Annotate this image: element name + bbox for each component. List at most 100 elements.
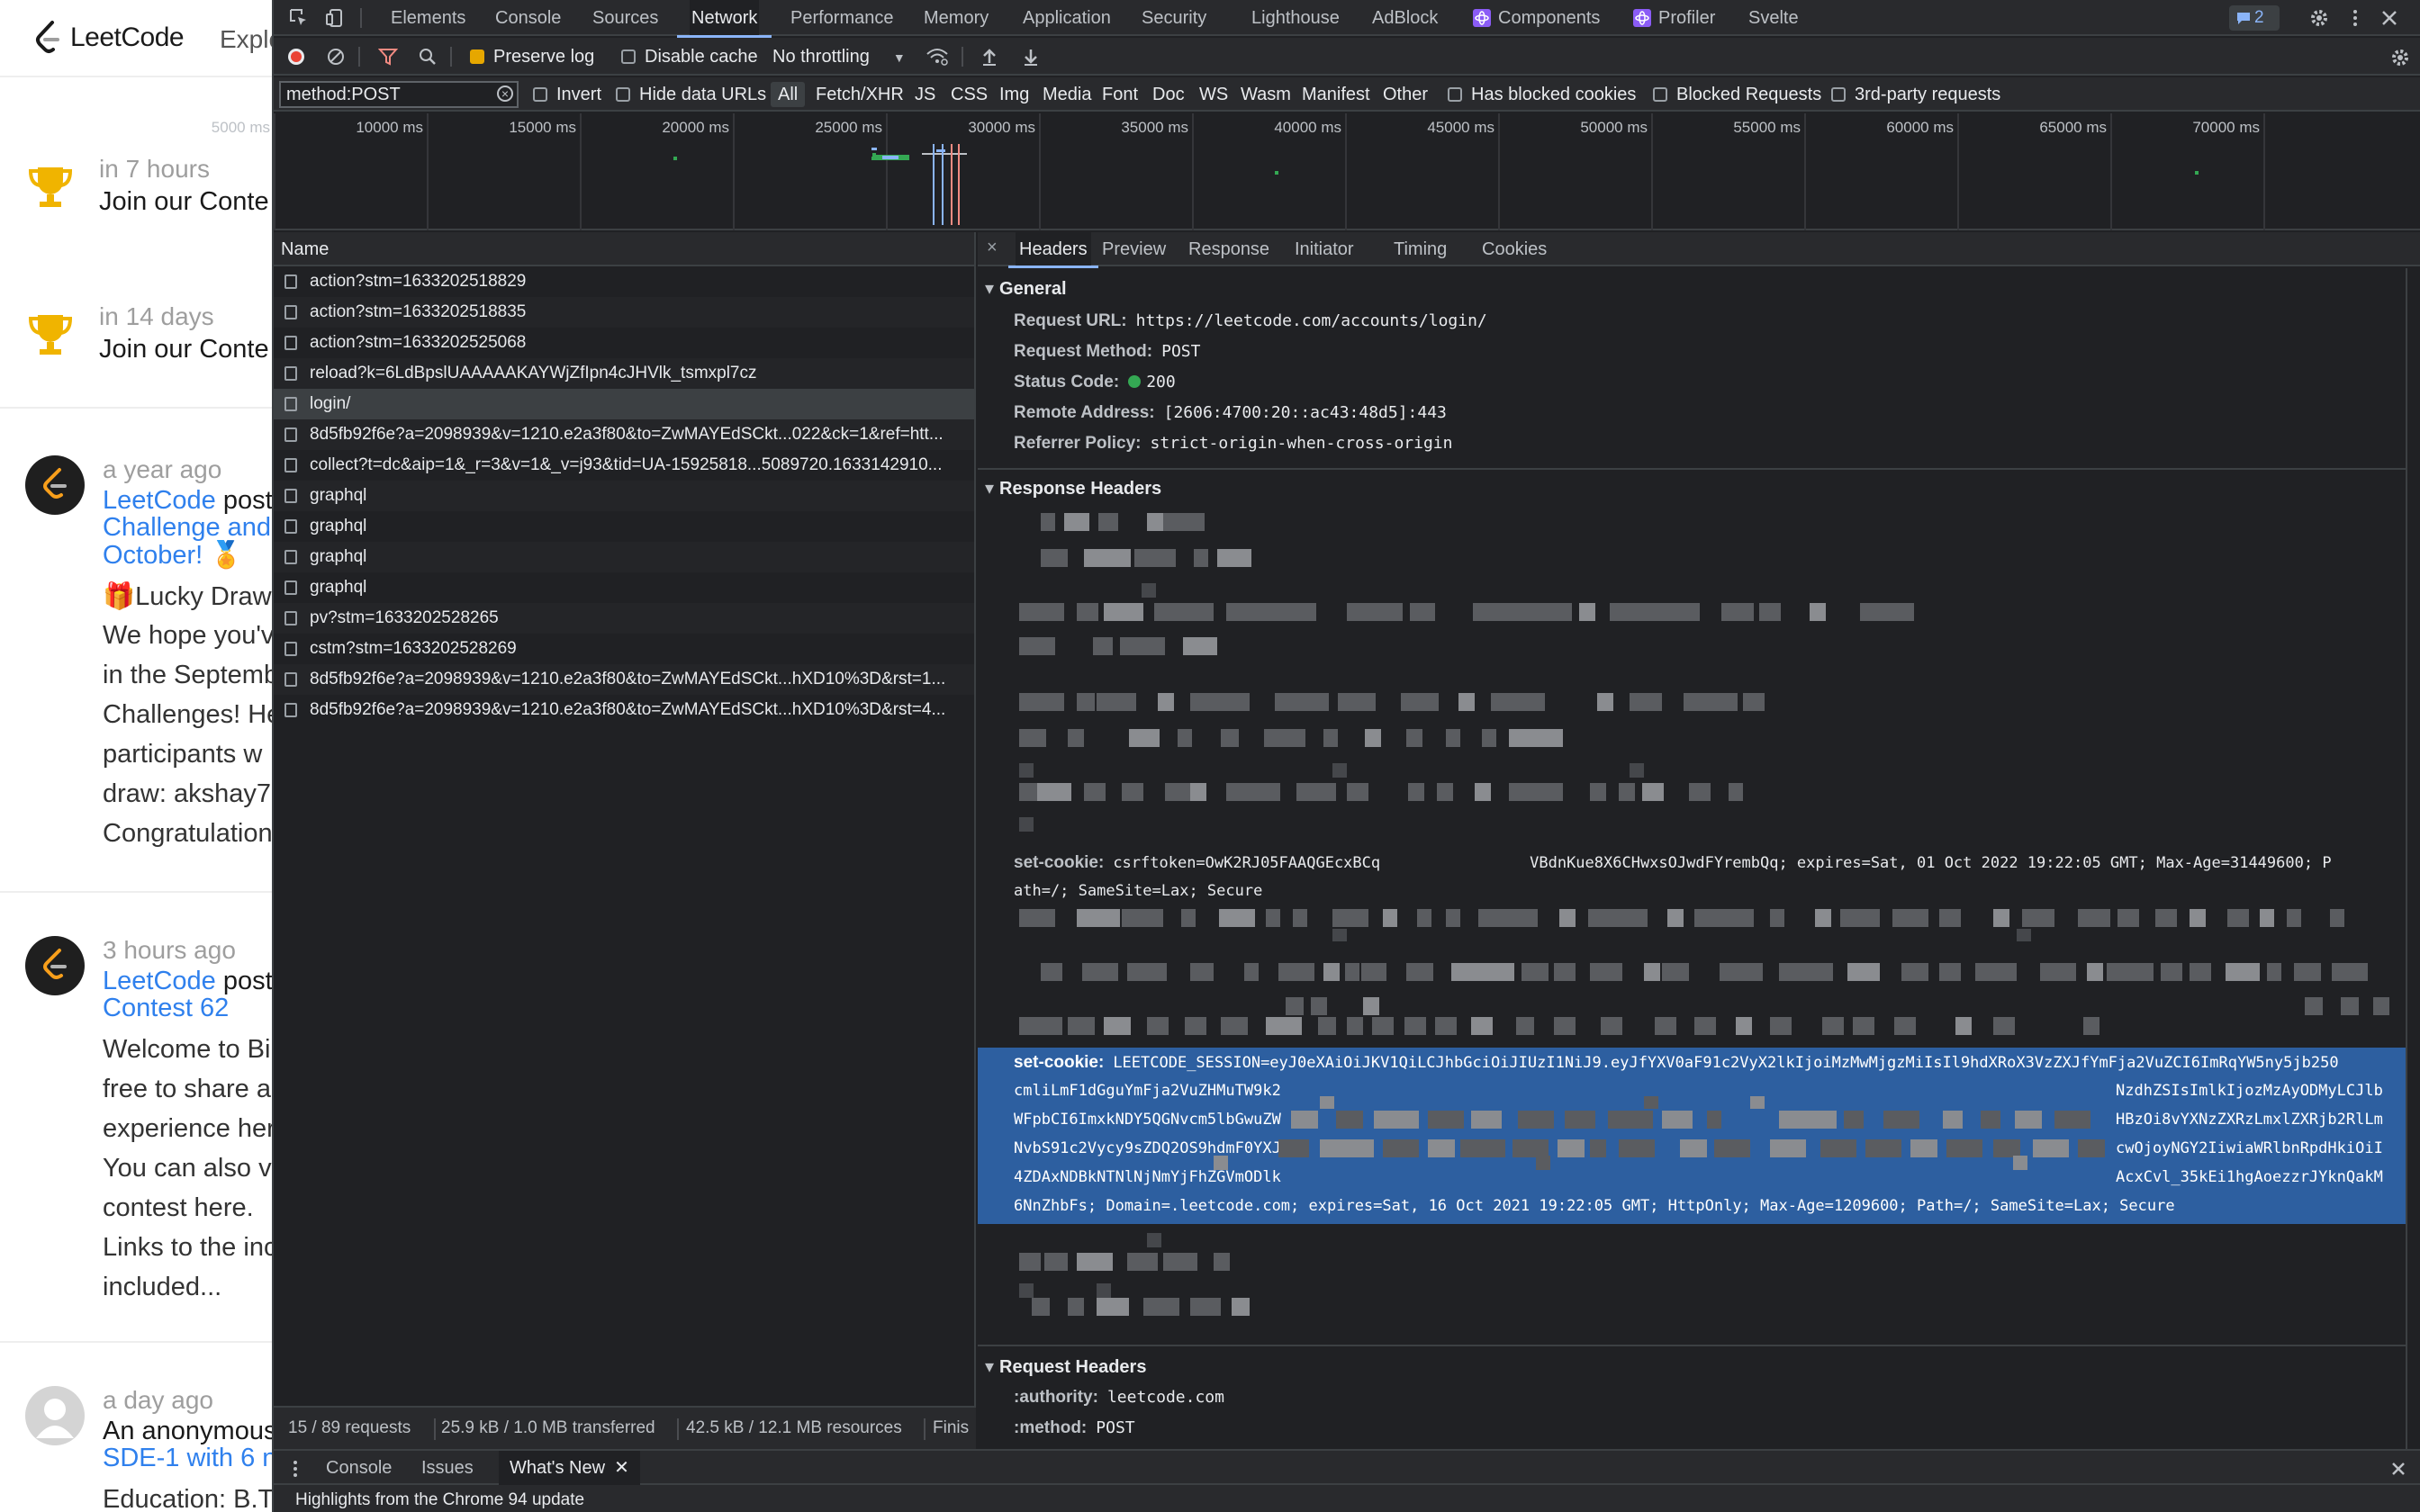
tab-adblock[interactable]: AdBlock xyxy=(1370,0,1440,36)
request-row[interactable]: graphql xyxy=(274,511,974,542)
leetcode-avatar[interactable] xyxy=(25,455,85,515)
contest-item[interactable]: in 7 hours Join our Conte xyxy=(0,155,272,227)
throttling-select[interactable]: No throttling ▼ xyxy=(772,38,906,76)
feed-post[interactable]: 3 hours ago LeetCode post Contest 62 Wel… xyxy=(0,936,272,1314)
filter-type-ws[interactable]: WS xyxy=(1199,77,1228,112)
search-icon[interactable] xyxy=(418,47,438,67)
tab-profiler[interactable]: Profiler xyxy=(1631,0,1717,36)
request-row-selected[interactable]: login/ xyxy=(274,389,974,419)
hide-data-urls-checkbox[interactable]: Hide data URLs xyxy=(616,77,766,112)
request-row[interactable]: collect?t=dc&aip=1&_r=3&v=1&_v=j93&tid=U… xyxy=(274,450,974,481)
invert-checkbox[interactable]: Invert xyxy=(533,77,601,112)
disable-cache-checkbox[interactable]: Disable cache xyxy=(621,38,758,76)
tab-lighthouse[interactable]: Lighthouse xyxy=(1250,0,1341,36)
request-row[interactable]: 8d5fb92f6e?a=2098939&v=1210.e2a3f80&to=Z… xyxy=(274,419,974,450)
filter-type-all[interactable]: All xyxy=(771,82,806,107)
issues-badge[interactable]: 2 xyxy=(2229,5,2280,31)
clear-icon[interactable] xyxy=(326,47,346,67)
request-row[interactable]: graphql xyxy=(274,572,974,603)
tab-svelte[interactable]: Svelte xyxy=(1747,0,1801,36)
nav-explore-link[interactable]: Explo xyxy=(220,25,272,54)
details-scrollbar[interactable] xyxy=(2406,268,2420,1449)
preserve-log-checkbox[interactable]: Preserve log xyxy=(470,38,594,76)
post-author-link[interactable]: LeetCode xyxy=(103,486,216,515)
request-row[interactable]: reload?k=6LdBpslUAAAAAKAYWjZfIpn4cJHVlk_… xyxy=(274,358,974,389)
tab-cookies[interactable]: Cookies xyxy=(1478,232,1550,266)
post-headline[interactable]: An anonymous xyxy=(103,1417,272,1446)
more-options-icon[interactable] xyxy=(2344,7,2366,29)
record-icon[interactable] xyxy=(286,47,306,67)
drawer-menu-icon[interactable] xyxy=(292,1460,299,1478)
request-row[interactable]: action?stm=1633202525068 xyxy=(274,328,974,358)
drawer-tab-whats-new[interactable]: What's New ✕ xyxy=(499,1451,640,1485)
anonymous-avatar[interactable] xyxy=(25,1386,85,1445)
general-section-toggle[interactable]: General xyxy=(985,277,1066,300)
contest-item[interactable]: in 14 days Join our Conte xyxy=(0,302,272,374)
tab-response[interactable]: Response xyxy=(1185,232,1273,266)
tab-console[interactable]: Console xyxy=(493,0,563,36)
contest-title[interactable]: Join our Conte xyxy=(99,335,269,364)
drawer-tab-issues[interactable]: Issues xyxy=(421,1451,474,1485)
request-row[interactable]: action?stm=1633202518835 xyxy=(274,297,974,328)
tab-sources[interactable]: Sources xyxy=(591,0,660,36)
post-title-line[interactable]: Challenge and xyxy=(103,513,271,543)
export-har-icon[interactable] xyxy=(1021,47,1041,67)
request-row[interactable]: 8d5fb92f6e?a=2098939&v=1210.e2a3f80&to=Z… xyxy=(274,664,974,695)
close-devtools-icon[interactable] xyxy=(2379,7,2400,29)
request-row[interactable]: action?stm=1633202518829 xyxy=(274,266,974,297)
post-title-line[interactable]: SDE-1 with 6 n xyxy=(103,1444,272,1473)
third-party-requests-checkbox[interactable]: 3rd-party requests xyxy=(1831,77,2000,112)
feed-post[interactable]: a day ago An anonymous SDE-1 with 6 n Ed… xyxy=(0,1386,272,1512)
import-har-icon[interactable] xyxy=(980,47,999,67)
settings-gear-icon[interactable] xyxy=(2308,7,2330,29)
device-toolbar-icon[interactable] xyxy=(324,7,346,29)
tab-memory[interactable]: Memory xyxy=(922,0,990,36)
set-cookie-session-row-selected[interactable]: set-cookie: LEETCODE_SESSION=eyJ0eXAiOiJK… xyxy=(978,1048,2406,1224)
tab-preview[interactable]: Preview xyxy=(1098,232,1169,266)
post-headline[interactable]: LeetCode post xyxy=(103,967,272,996)
filter-type-fetch-xhr[interactable]: Fetch/XHR xyxy=(816,77,904,112)
close-drawer-icon[interactable] xyxy=(2389,1460,2407,1478)
filter-type-js[interactable]: JS xyxy=(915,77,935,112)
request-row[interactable]: 8d5fb92f6e?a=2098939&v=1210.e2a3f80&to=Z… xyxy=(274,695,974,725)
filter-type-css[interactable]: CSS xyxy=(951,77,988,112)
tab-application[interactable]: Application xyxy=(1021,0,1113,36)
filter-type-doc[interactable]: Doc xyxy=(1152,77,1185,112)
request-headers-toggle[interactable]: Request Headers xyxy=(985,1355,1146,1378)
filter-type-manifest[interactable]: Manifest xyxy=(1302,77,1370,112)
drawer-tab-console[interactable]: Console xyxy=(326,1451,392,1485)
tab-security[interactable]: Security xyxy=(1140,0,1208,36)
tab-network[interactable]: Network xyxy=(676,0,772,38)
filter-input[interactable]: method:POST xyxy=(279,81,519,108)
request-list-header-name[interactable]: Name xyxy=(274,232,974,266)
tab-headers[interactable]: Headers xyxy=(1008,232,1098,268)
blocked-requests-checkbox[interactable]: Blocked Requests xyxy=(1653,77,1821,112)
post-title-line[interactable]: Contest 62 xyxy=(103,994,229,1023)
filter-type-other[interactable]: Other xyxy=(1383,77,1428,112)
leetcode-logo[interactable]: LeetCode xyxy=(34,20,185,56)
filter-icon[interactable] xyxy=(378,47,398,67)
request-row[interactable]: cstm?stm=1633202528269 xyxy=(274,634,974,664)
tab-components[interactable]: Components xyxy=(1471,0,1602,36)
tab-timing[interactable]: Timing xyxy=(1390,232,1450,266)
network-settings-gear-icon[interactable] xyxy=(2389,47,2411,68)
filter-type-media[interactable]: Media xyxy=(1043,77,1091,112)
leetcode-avatar[interactable] xyxy=(25,936,85,995)
tab-initiator[interactable]: Initiator xyxy=(1291,232,1358,266)
close-tab-icon[interactable]: ✕ xyxy=(614,1458,629,1478)
tab-performance[interactable]: Performance xyxy=(789,0,896,36)
filter-type-font[interactable]: Font xyxy=(1102,77,1138,112)
clear-filter-icon[interactable]: × xyxy=(497,86,513,102)
post-title-line[interactable]: October! 🏅 xyxy=(103,540,242,571)
network-conditions-icon[interactable] xyxy=(926,47,949,67)
inspect-element-icon[interactable] xyxy=(288,7,310,29)
filter-type-img[interactable]: Img xyxy=(999,77,1029,112)
post-headline[interactable]: LeetCode post xyxy=(103,486,272,516)
request-row[interactable]: graphql xyxy=(274,542,974,572)
response-headers-toggle[interactable]: Response Headers xyxy=(985,477,1161,500)
network-overview-timeline[interactable]: 5000 ms 10000 ms 15000 ms 20000 ms 25000… xyxy=(212,113,2420,230)
tab-elements[interactable]: Elements xyxy=(389,0,467,36)
filter-type-wasm[interactable]: Wasm xyxy=(1241,77,1291,112)
feed-post[interactable]: a year ago LeetCode post Challenge and O… xyxy=(0,455,272,851)
contest-title[interactable]: Join our Conte xyxy=(99,187,269,217)
